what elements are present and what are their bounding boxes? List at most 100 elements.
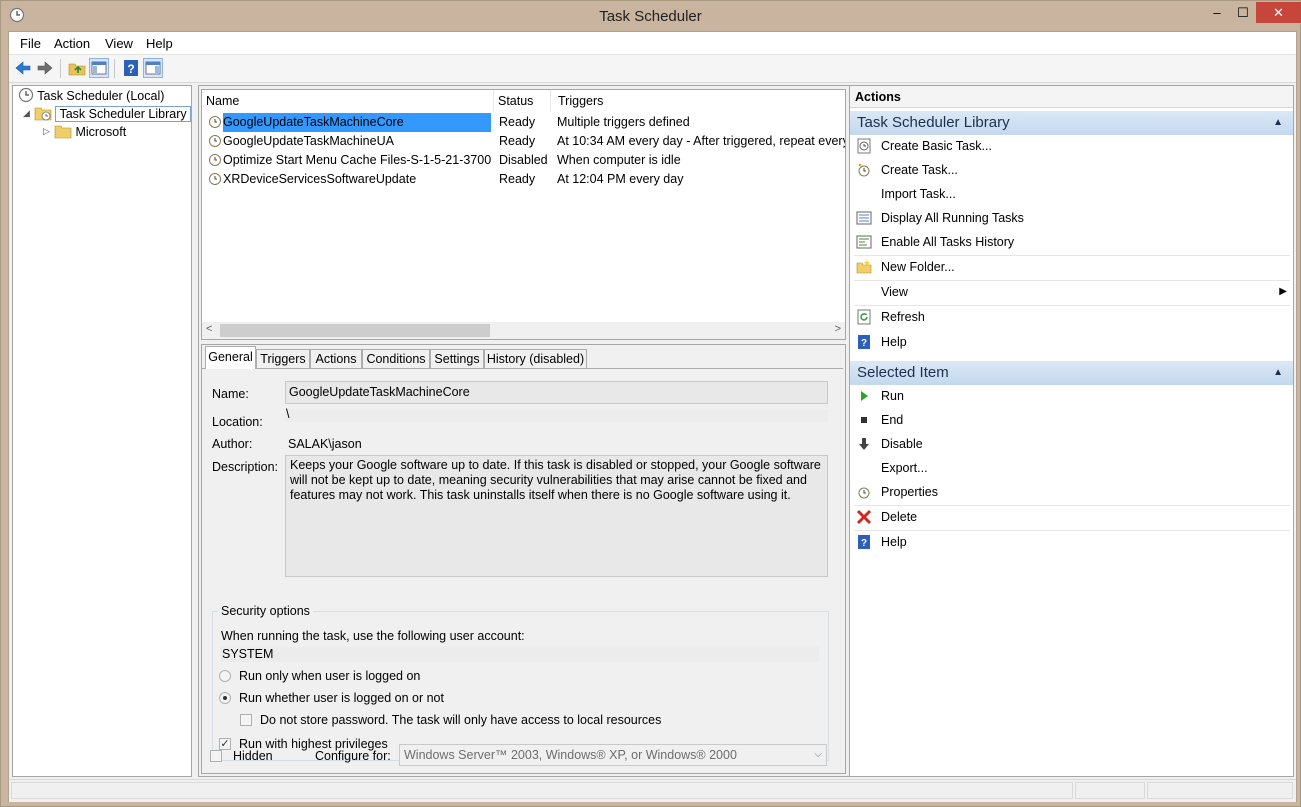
collapse-icon[interactable]: ▲ (1273, 361, 1283, 385)
menu-bar: File Action View Help (9, 32, 1296, 55)
security-options-title: Security options (218, 604, 313, 618)
svg-text:?: ? (861, 538, 867, 549)
section-title: Task Scheduler Library (857, 114, 1010, 131)
hidden-label[interactable]: Hidden (233, 749, 273, 763)
action-display-running-tasks[interactable]: Display All Running Tasks (850, 206, 1293, 230)
tab-history[interactable]: History (disabled) (484, 349, 587, 368)
action-properties[interactable]: Properties (850, 480, 1293, 504)
back-icon[interactable] (13, 58, 33, 78)
section-title: Selected Item (857, 364, 949, 381)
action-label: Properties (881, 485, 938, 499)
location-field[interactable]: \ (285, 408, 828, 422)
scroll-left-icon[interactable]: < (206, 323, 212, 335)
description-field[interactable]: Keeps your Google software up to date. I… (285, 455, 828, 577)
general-tab-page: Name: GoogleUpdateTaskMachineCore Locati… (202, 368, 843, 772)
author-field[interactable]: SALAK\jason (288, 437, 362, 451)
expanded-arrow-icon[interactable]: ◢ (23, 108, 30, 119)
tab-conditions[interactable]: Conditions (362, 349, 430, 368)
toolbar-separator (114, 59, 115, 78)
action-label: Help (881, 535, 907, 549)
do-not-store-password-label[interactable]: Do not store password. The task will onl… (260, 713, 661, 727)
menu-view[interactable]: View (105, 36, 133, 51)
column-header-name[interactable]: Name (202, 90, 494, 112)
tree-label: Task Scheduler Library (55, 106, 191, 122)
close-icon: ✕ (1273, 5, 1284, 20)
column-header-status[interactable]: Status (494, 90, 551, 112)
user-account-field[interactable]: SYSTEM (220, 647, 819, 662)
show-hide-action-pane-button[interactable] (143, 58, 163, 78)
tab-general[interactable]: General (205, 346, 256, 369)
action-enable-tasks-history[interactable]: Enable All Tasks History (850, 230, 1293, 254)
window-title: Task Scheduler (599, 8, 702, 25)
section-selected-item[interactable]: Selected Item ▲ (850, 361, 1293, 385)
action-help[interactable]: ? Help (850, 330, 1293, 354)
menu-file[interactable]: File (20, 36, 41, 51)
submenu-arrow-icon: ▶ (1279, 286, 1287, 297)
tree-item-microsoft[interactable]: Microsoft (54, 123, 126, 141)
action-refresh[interactable]: Refresh (850, 305, 1293, 329)
run-logged-on-label[interactable]: Run only when user is logged on (239, 669, 420, 683)
task-scheduler-window: Task Scheduler – ☐ ✕ File Action View He… (0, 0, 1301, 807)
status-cell (11, 782, 1073, 799)
minimize-button[interactable]: – (1204, 2, 1230, 23)
run-whether-radio[interactable] (219, 692, 231, 704)
collapse-icon[interactable]: ▲ (1273, 111, 1283, 135)
name-field[interactable]: GoogleUpdateTaskMachineCore (285, 381, 828, 404)
horizontal-scrollbar[interactable]: < > (202, 322, 845, 339)
action-delete[interactable]: Delete (850, 505, 1293, 529)
client-area: File Action View Help ? Task Scheduler (… (8, 31, 1297, 802)
tab-settings[interactable]: Settings (430, 349, 484, 368)
show-hide-console-tree-button[interactable] (89, 58, 109, 78)
action-create-task[interactable]: Create Task... (850, 158, 1293, 182)
up-folder-icon[interactable] (67, 58, 87, 78)
create-task-icon (858, 163, 870, 177)
section-task-scheduler-library[interactable]: Task Scheduler Library ▲ (850, 111, 1293, 135)
action-create-basic-task[interactable]: Create Basic Task... (850, 134, 1293, 158)
task-triggers-cell: At 10:34 AM every day - After triggered,… (557, 134, 845, 148)
action-label: Import Task... (881, 187, 956, 201)
hidden-checkbox[interactable] (210, 750, 222, 762)
action-run[interactable]: Run (850, 384, 1293, 408)
column-header-triggers[interactable]: Triggers (551, 90, 845, 112)
action-label: Delete (881, 510, 918, 524)
end-icon (861, 417, 867, 423)
run-logged-on-radio[interactable] (219, 670, 231, 682)
tree-label: Microsoft (75, 125, 127, 139)
highest-privileges-checkbox[interactable]: ✓ (219, 738, 231, 750)
scrollbar-thumb[interactable] (220, 324, 490, 337)
tab-triggers[interactable]: Triggers (256, 349, 310, 368)
menu-action[interactable]: Action (54, 36, 90, 51)
table-row[interactable]: GoogleUpdateTaskMachineCore Ready Multip… (202, 112, 845, 133)
task-properties-panel: General Triggers Actions Conditions Sett… (201, 344, 846, 774)
maximize-button[interactable]: ☐ (1230, 2, 1256, 23)
action-new-folder[interactable]: New Folder... (850, 255, 1293, 279)
clock-icon (18, 87, 34, 103)
menu-help[interactable]: Help (146, 36, 173, 51)
svg-text:?: ? (861, 338, 867, 349)
action-label: Disable (881, 437, 923, 451)
task-triggers-cell: When computer is idle (557, 153, 681, 167)
close-button[interactable]: ✕ (1256, 2, 1301, 23)
forward-icon[interactable] (35, 58, 55, 78)
table-row[interactable]: GoogleUpdateTaskMachineUA Ready At 10:34… (202, 132, 845, 151)
table-row[interactable]: Optimize Start Menu Cache Files-S-1-5-21… (202, 151, 845, 170)
do-not-store-password-checkbox[interactable] (240, 714, 252, 726)
action-disable[interactable]: Disable (850, 432, 1293, 456)
table-row[interactable]: XRDeviceServicesSoftwareUpdate Ready At … (202, 170, 845, 189)
task-clock-icon (209, 173, 221, 185)
action-import-task[interactable]: Import Task... (850, 182, 1293, 206)
chevron-down-icon: ⌵ (814, 749, 822, 760)
tab-actions[interactable]: Actions (310, 349, 362, 368)
tree-item-task-scheduler-local[interactable]: Task Scheduler (Local) (18, 87, 164, 105)
collapsed-arrow-icon[interactable]: ▷ (43, 126, 50, 137)
title-bar[interactable]: Task Scheduler – ☐ ✕ (1, 1, 1301, 31)
run-whether-label[interactable]: Run whether user is logged on or not (239, 691, 444, 705)
action-help-selected[interactable]: ? Help (850, 530, 1293, 554)
tree-item-library[interactable]: Task Scheduler Library (34, 105, 191, 123)
configure-for-select[interactable]: Windows Server™ 2003, Windows® XP, or Wi… (399, 744, 827, 766)
action-end[interactable]: End (850, 408, 1293, 432)
action-view[interactable]: View ▶ (850, 280, 1293, 304)
help-icon[interactable]: ? (121, 58, 141, 78)
action-export[interactable]: Export... (850, 456, 1293, 480)
scroll-right-icon[interactable]: > (835, 323, 841, 335)
